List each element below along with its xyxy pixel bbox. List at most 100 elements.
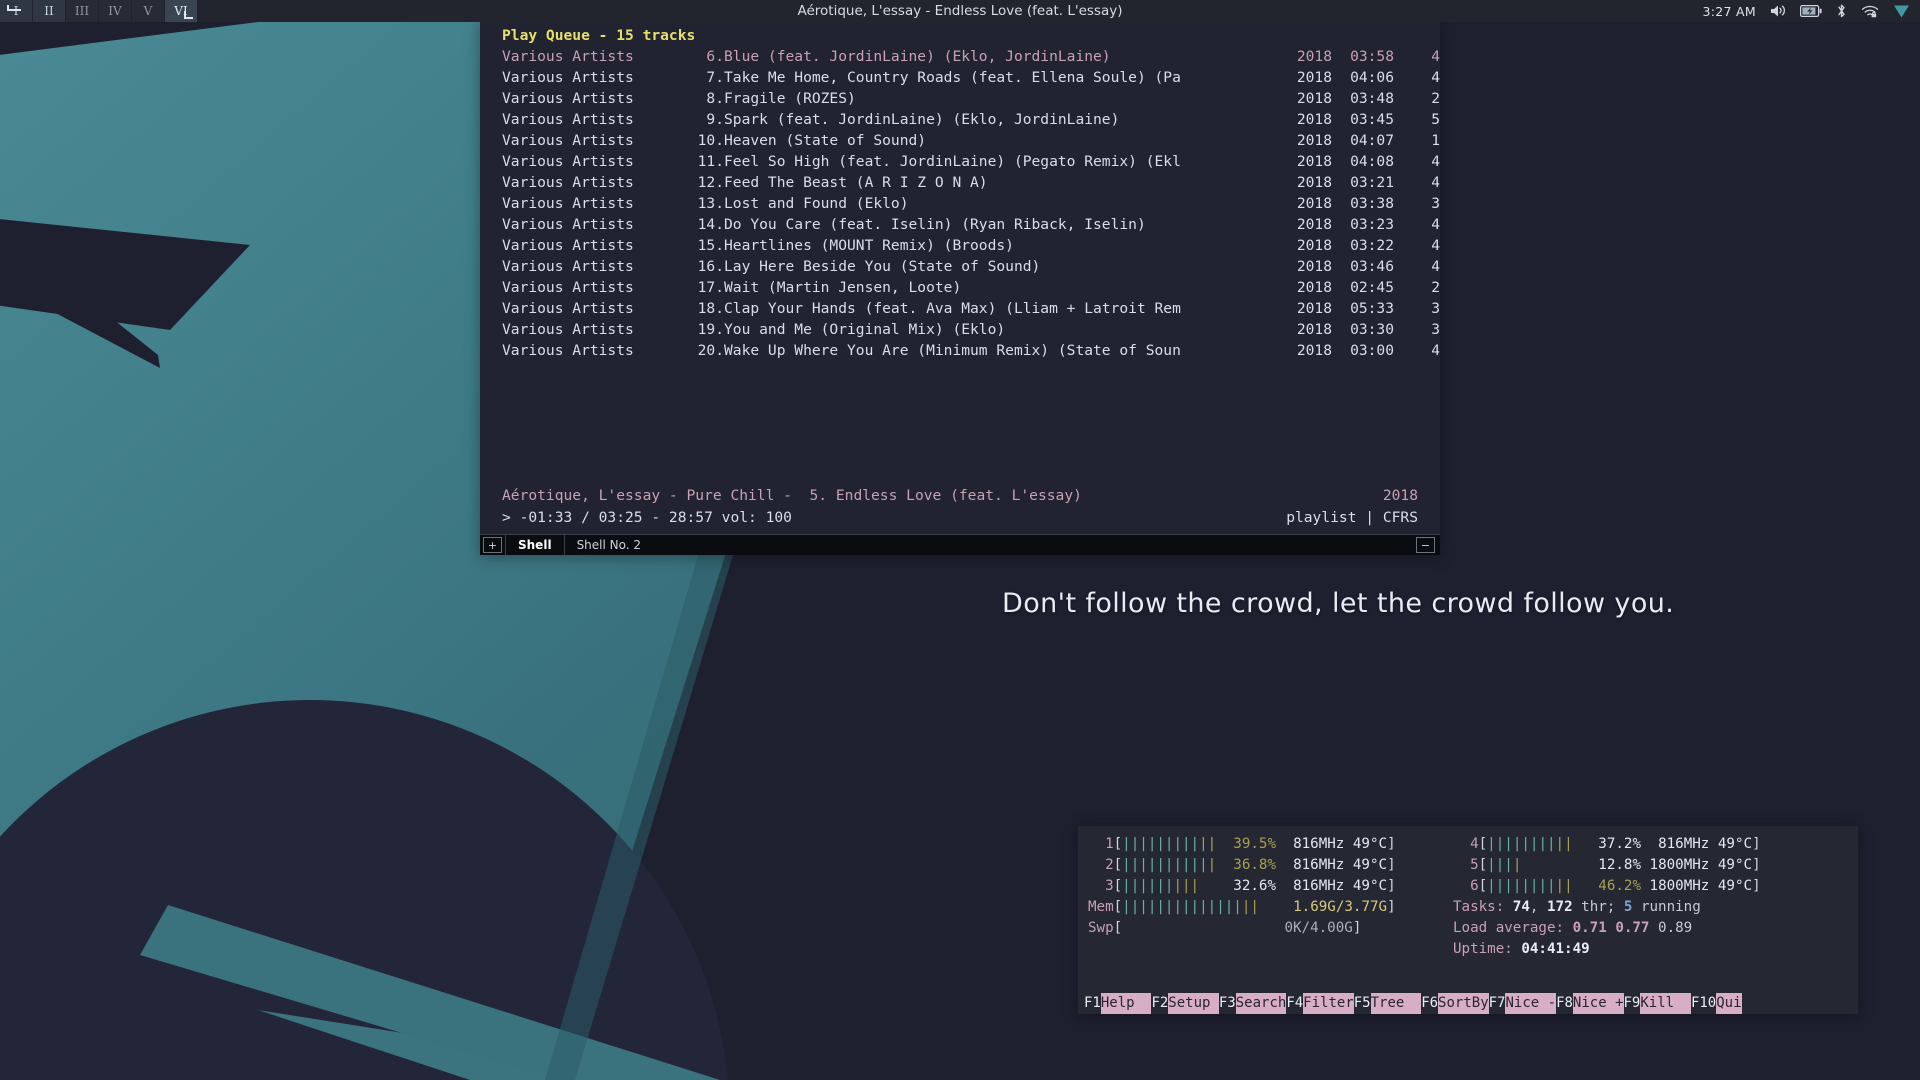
workspace-tag-4[interactable]: IV xyxy=(99,0,132,22)
meter-value: 0K/4.00G xyxy=(1284,920,1353,936)
track-year: 2018 xyxy=(1296,216,1332,233)
cpu-percent: 39.5% xyxy=(1233,836,1276,852)
htop-window[interactable]: 1[||||||||||| 39.5% 816MHz 49°C] 2[|||||… xyxy=(1078,826,1858,1014)
fnlabel-f1[interactable]: Help xyxy=(1100,993,1152,1014)
wifi-icon[interactable] xyxy=(1861,4,1879,18)
fnkey-f4[interactable]: F4 xyxy=(1286,993,1304,1014)
track-number: 9. xyxy=(706,111,724,128)
bluetooth-icon[interactable] xyxy=(1836,3,1847,19)
track-rating: 4 xyxy=(1431,258,1440,275)
playback-position: > -01:33 / 03:25 - 28:57 vol: 100 xyxy=(502,509,792,526)
fnkey-f9[interactable]: F9 xyxy=(1623,993,1641,1014)
cpu-id: 1 xyxy=(1088,836,1114,852)
track-row[interactable]: Various Artists 16. Lay Here Beside You (S… xyxy=(480,256,1440,277)
track-title: Blue (feat. JordinLaine) (Eklo, JordinLa… xyxy=(724,48,1111,65)
fnkey-f8[interactable]: F8 xyxy=(1556,993,1573,1014)
track-row[interactable]: Various Artists 9. Spark (feat. JordinLain… xyxy=(480,109,1440,130)
konsole-tabbar[interactable]: + Shell Shell No. 2 − xyxy=(480,534,1440,555)
track-year: 2018 xyxy=(1296,69,1332,86)
track-row[interactable]: Various Artists 19. You and Me (Original M… xyxy=(480,319,1440,340)
workspace-tag-2[interactable]: II xyxy=(33,0,66,22)
track-duration: 03:22 xyxy=(1350,237,1394,254)
track-year: 2018 xyxy=(1296,321,1332,338)
fnlabel-f2[interactable]: Setup xyxy=(1168,993,1219,1014)
workspace-tag-6[interactable]: VI xyxy=(165,0,198,22)
track-row[interactable]: Various Artists 12. Feed The Beast (A R I … xyxy=(480,172,1440,193)
battery-icon[interactable] xyxy=(1800,5,1822,17)
track-year: 2018 xyxy=(1296,195,1332,212)
workspace-tag-5[interactable]: V xyxy=(132,0,165,22)
track-row[interactable]: Various Artists 8. Fragile (ROZES) 2018 03:4… xyxy=(480,88,1440,109)
track-row[interactable]: Various Artists 14. Do You Care (feat. Ise… xyxy=(480,214,1440,235)
cpu-meter-6: 6[|||||||||| 46.2% 1800MHz 49°C] xyxy=(1453,878,1761,894)
vpn-triangle-icon[interactable] xyxy=(1893,4,1910,19)
close-tab-button[interactable]: − xyxy=(1416,537,1435,553)
tasks-stat: Tasks: 74, 172 thr; 5 running xyxy=(1453,899,1701,915)
fnlabel-f4[interactable]: Filter xyxy=(1303,993,1354,1014)
fnkey-f10[interactable]: F10 xyxy=(1690,993,1717,1014)
fnlabel-f10[interactable]: Qui xyxy=(1716,993,1742,1014)
fnkey-f1[interactable]: F1 xyxy=(1084,993,1101,1014)
cmus-player[interactable]: Play Queue - 15 tracks Various Artists 6.… xyxy=(480,20,1440,534)
track-row[interactable]: Various Artists 18. Clap Your Hands (feat.… xyxy=(480,298,1440,319)
cpu-percent: 36.8% xyxy=(1233,857,1276,873)
track-artist: Various Artists xyxy=(502,111,634,128)
fnlabel-f8[interactable]: Nice + xyxy=(1572,993,1624,1014)
track-rating: 3 xyxy=(1431,195,1440,212)
fnkey-f6[interactable]: F6 xyxy=(1421,993,1439,1014)
cmus-statusline: Aérotique, L'essay - Pure Chill - 5. End… xyxy=(480,485,1440,528)
track-row[interactable]: Various Artists 13. Lost and Found (Eklo) 2… xyxy=(480,193,1440,214)
track-artist: Various Artists xyxy=(502,258,634,275)
track-row[interactable]: Various Artists 17. Wait (Martin Jensen, L… xyxy=(480,277,1440,298)
fnlabel-f5[interactable]: Tree xyxy=(1370,993,1422,1014)
volume-icon[interactable] xyxy=(1770,4,1786,18)
track-title: Lay Here Beside You (State of Sound) xyxy=(724,258,1041,275)
track-artist: Various Artists xyxy=(502,90,634,107)
now-playing-row: Aérotique, L'essay - Pure Chill - 5. End… xyxy=(502,485,1418,506)
track-number: 15. xyxy=(697,237,724,254)
cpu-meter-3: 3[||||||||| 32.6% 816MHz 49°C] xyxy=(1088,878,1396,894)
fnkey-f2[interactable]: F2 xyxy=(1151,993,1169,1014)
track-title: Heartlines (MOUNT Remix) (Broods) xyxy=(724,237,1014,254)
track-row[interactable]: Various Artists 15. Heartlines (MOUNT Remi… xyxy=(480,235,1440,256)
track-row[interactable]: Various Artists 7. Take Me Home, Country R… xyxy=(480,67,1440,88)
track-rating: 2 xyxy=(1431,279,1440,296)
fnkey-f3[interactable]: F3 xyxy=(1218,993,1236,1014)
track-title: Clap Your Hands (feat. Ava Max) (Lliam +… xyxy=(724,300,1181,317)
htop-meters: 1[||||||||||| 39.5% 816MHz 49°C] 2[|||||… xyxy=(1078,834,1858,960)
clock[interactable]: 3:27 AM xyxy=(1703,4,1756,19)
cpu-temp: 49°C xyxy=(1709,857,1753,873)
htop-function-key-bar[interactable]: F1 Help F2 Setup F3 Search F4 Filter F5 Tree F6… xyxy=(1078,993,1858,1014)
workspace-tag-label: V xyxy=(143,4,153,18)
meter-label: Swp xyxy=(1088,920,1114,936)
fnlabel-f3[interactable]: Search xyxy=(1235,993,1287,1014)
workspace-tag-list: I II III IV V VI xyxy=(0,0,198,22)
fnlabel-f9[interactable]: Kill xyxy=(1640,993,1691,1014)
workspace-tag-1[interactable]: I xyxy=(0,0,33,22)
cpu-temp: 49°C xyxy=(1344,857,1388,873)
track-duration: 02:45 xyxy=(1350,279,1394,296)
konsole-tab-shell[interactable]: Shell xyxy=(505,535,564,555)
fnkey-f5[interactable]: F5 xyxy=(1353,993,1371,1014)
fnlabel-f6[interactable]: SortBy xyxy=(1438,993,1489,1014)
workspace-tag-label: IV xyxy=(108,4,122,18)
track-title: Take Me Home, Country Roads (feat. Ellen… xyxy=(724,69,1181,86)
track-list[interactable]: Various Artists 6. Blue (feat. JordinLaine… xyxy=(480,46,1440,361)
fnlabel-f7[interactable]: Nice - xyxy=(1505,993,1557,1014)
cpu-meter-4: 4[|||||||||| 37.2% 816MHz 49°C] xyxy=(1453,836,1761,852)
new-tab-button[interactable]: + xyxy=(483,537,502,553)
track-row[interactable]: Various Artists 11. Feel So High (feat. Jo… xyxy=(480,151,1440,172)
track-row[interactable]: Various Artists 10. Heaven (State of Sound… xyxy=(480,130,1440,151)
track-artist: Various Artists xyxy=(502,321,634,338)
konsole-tab-shell-2[interactable]: Shell No. 2 xyxy=(563,535,653,555)
track-duration: 03:30 xyxy=(1350,321,1394,338)
track-year: 2018 xyxy=(1296,48,1332,65)
workspace-tag-3[interactable]: III xyxy=(66,0,99,22)
track-row[interactable]: Various Artists 20. Wake Up Where You Are … xyxy=(480,340,1440,361)
fnkey-f7[interactable]: F7 xyxy=(1488,993,1506,1014)
track-row[interactable]: Various Artists 6. Blue (feat. JordinLaine… xyxy=(480,46,1440,67)
track-title: Feed The Beast (A R I Z O N A) xyxy=(724,174,988,191)
konsole-window[interactable]: Play Queue - 15 tracks Various Artists 6.… xyxy=(480,20,1440,555)
play-queue-title: Play Queue - 15 tracks xyxy=(502,27,696,44)
track-year: 2018 xyxy=(1296,153,1332,170)
